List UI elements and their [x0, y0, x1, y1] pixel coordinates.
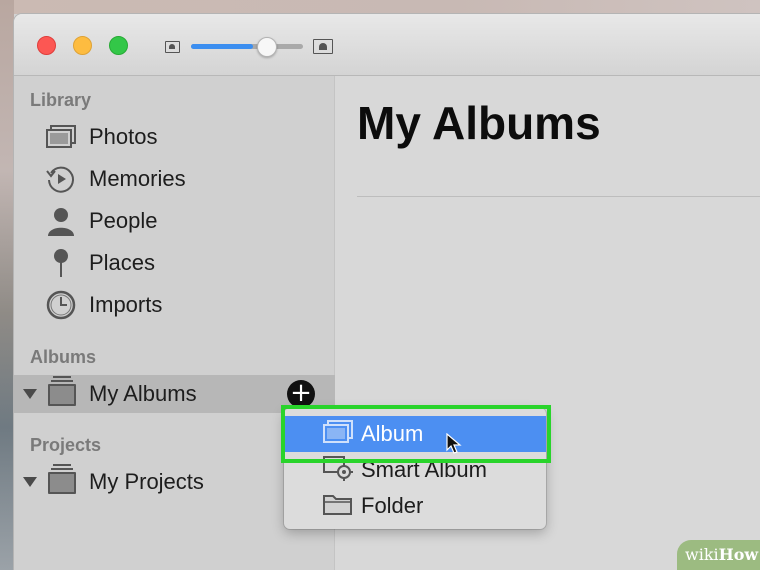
- zoom-slider[interactable]: [191, 44, 303, 49]
- sidebar-item-people[interactable]: People: [14, 202, 335, 240]
- sidebar-item-label: People: [89, 208, 158, 233]
- library-heading: Library: [30, 90, 92, 110]
- watermark-suffix: How: [718, 545, 759, 564]
- sidebar-item-label: Imports: [89, 292, 163, 317]
- zoom-out-icon[interactable]: [165, 41, 180, 53]
- page-title: My Albums: [357, 97, 601, 149]
- photos-icon: [44, 120, 78, 154]
- sidebar-item-imports[interactable]: Imports: [14, 286, 335, 324]
- albums-heading: Albums: [30, 347, 97, 367]
- sidebar-item-label: My Albums: [89, 381, 197, 406]
- minimize-window-button[interactable]: [73, 36, 92, 55]
- sidebar-item-label: Memories: [89, 166, 186, 191]
- disclosure-triangle-icon[interactable]: [23, 389, 37, 399]
- desktop-background-top: [0, 0, 760, 14]
- add-album-button[interactable]: +: [287, 380, 315, 408]
- projects-heading: Projects: [30, 435, 102, 455]
- sidebar-item-label: Places: [89, 250, 156, 275]
- fullscreen-window-button[interactable]: [109, 36, 128, 55]
- memories-icon: [44, 162, 78, 196]
- imports-icon: [44, 288, 78, 322]
- wikihow-watermark: wikiHow: [677, 540, 760, 570]
- zoom-slider-fill: [191, 44, 253, 49]
- close-window-button[interactable]: [37, 36, 56, 55]
- disclosure-triangle-icon[interactable]: [23, 477, 37, 487]
- sidebar-item-label: Photos: [89, 124, 158, 149]
- people-icon: [44, 204, 78, 238]
- highlight-box: [281, 405, 551, 463]
- folder-icon: [322, 492, 354, 521]
- divider: [357, 196, 760, 197]
- sidebar-item-label: My Projects: [89, 469, 204, 494]
- sidebar-item-places[interactable]: Places: [14, 244, 335, 282]
- album-stack-icon: [48, 376, 76, 406]
- menu-item-folder[interactable]: Folder: [284, 488, 546, 524]
- watermark-prefix: wiki: [685, 545, 719, 564]
- sidebar-item-photos[interactable]: Photos: [14, 118, 335, 156]
- zoom-slider-knob[interactable]: [256, 37, 277, 57]
- project-stack-icon: [48, 464, 76, 494]
- menu-item-label: Folder: [361, 493, 424, 518]
- zoom-in-icon[interactable]: [313, 39, 333, 54]
- title-bar: [14, 14, 760, 76]
- sidebar-item-memories[interactable]: Memories: [14, 160, 335, 198]
- desktop-background: [0, 0, 14, 570]
- places-icon: [44, 246, 78, 280]
- mouse-pointer-icon: [446, 432, 462, 460]
